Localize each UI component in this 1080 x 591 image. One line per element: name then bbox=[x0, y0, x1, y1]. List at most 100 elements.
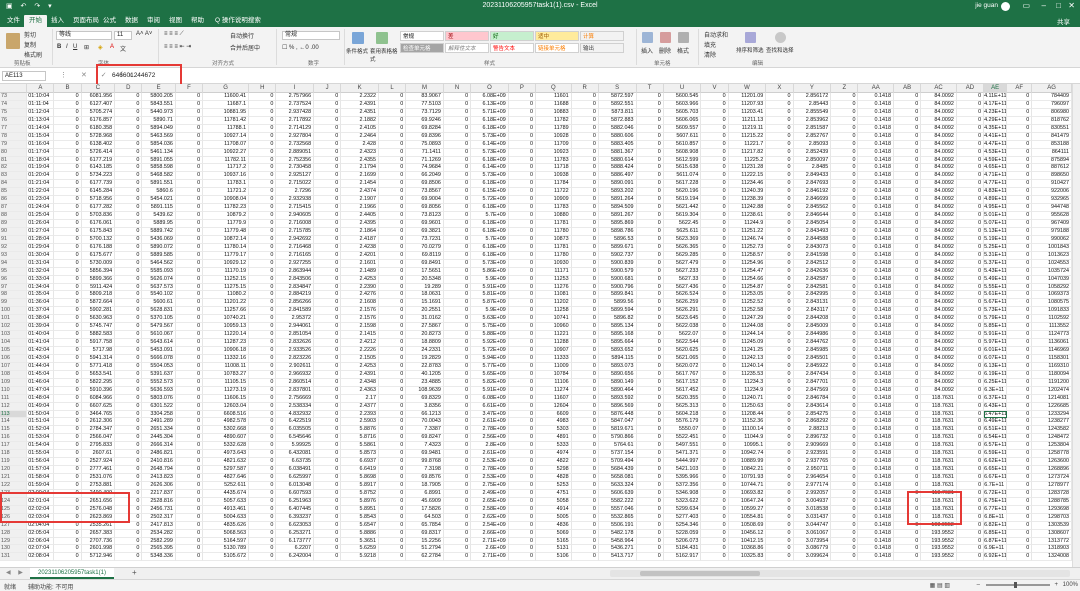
cell[interactable]: 0 bbox=[378, 315, 407, 324]
cell[interactable]: 2.927804 bbox=[276, 132, 315, 141]
cell[interactable]: 0 bbox=[249, 220, 277, 228]
cell[interactable]: 0 bbox=[249, 227, 277, 236]
column-header-j[interactable]: J bbox=[314, 84, 342, 93]
cell[interactable]: 0 bbox=[249, 347, 277, 355]
row-header[interactable]: 128 bbox=[0, 529, 28, 538]
cell[interactable]: 0 bbox=[766, 204, 794, 213]
cell[interactable]: 5620.625 bbox=[663, 347, 702, 355]
tab-data[interactable]: 数据 bbox=[120, 15, 143, 27]
cell[interactable]: 11170.19 bbox=[203, 267, 250, 276]
cell[interactable]: 0 bbox=[115, 220, 143, 228]
cell[interactable]: 0 bbox=[1007, 220, 1033, 228]
cell[interactable]: 0 bbox=[766, 164, 794, 173]
cell[interactable]: 62.2784 bbox=[406, 553, 444, 562]
cell[interactable]: 0 bbox=[508, 156, 536, 165]
cell[interactable]: 0 bbox=[249, 489, 277, 498]
cell[interactable]: 1146969 bbox=[1032, 347, 1072, 355]
cell[interactable]: 6.18E+09 bbox=[471, 116, 509, 125]
cell[interactable]: 5890.149 bbox=[598, 378, 637, 387]
cell[interactable]: 0 bbox=[115, 259, 143, 268]
cell[interactable]: 0 bbox=[443, 410, 472, 419]
cell[interactable]: 0 bbox=[54, 315, 82, 324]
cell[interactable]: 0 bbox=[378, 553, 407, 562]
cell[interactable]: 5627.436 bbox=[663, 283, 702, 292]
cell[interactable]: 0 bbox=[956, 235, 985, 244]
cell[interactable]: 6180.358 bbox=[81, 124, 116, 133]
cell[interactable]: 11238.39 bbox=[728, 196, 767, 205]
cell[interactable]: 0 bbox=[831, 196, 859, 205]
row-header[interactable]: 84 bbox=[0, 180, 28, 189]
cell[interactable]: 4890.607 bbox=[203, 434, 250, 443]
cell[interactable]: 2.1601 bbox=[341, 259, 379, 268]
cell[interactable]: 0 bbox=[314, 93, 342, 101]
cell[interactable]: 2626.306 bbox=[142, 481, 176, 490]
cell[interactable]: 0 bbox=[443, 513, 472, 522]
tab-insert[interactable]: 插入 bbox=[46, 15, 69, 27]
cell[interactable]: 0 bbox=[378, 227, 407, 236]
number-format-select[interactable]: 常规 bbox=[282, 31, 340, 40]
cell[interactable]: 0 bbox=[701, 307, 729, 316]
tab-review[interactable]: 审阅 bbox=[142, 15, 165, 27]
cell[interactable]: 0 bbox=[956, 466, 985, 474]
cell[interactable]: 11240.39 bbox=[728, 188, 767, 197]
cell[interactable]: 0.1418 bbox=[858, 474, 895, 482]
cell[interactable]: 0 bbox=[894, 299, 922, 308]
cell[interactable]: 2.853962 bbox=[793, 116, 832, 125]
cell[interactable]: 0 bbox=[115, 521, 143, 530]
cell[interactable]: 118.7631 bbox=[921, 489, 957, 498]
cell[interactable]: 0 bbox=[636, 458, 664, 467]
cell[interactable]: 5.9E+09 bbox=[471, 275, 509, 284]
cell[interactable]: 6.013048 bbox=[276, 481, 315, 490]
cell[interactable]: 01:31:04 bbox=[27, 259, 55, 268]
cell[interactable]: 5463.569 bbox=[142, 132, 176, 141]
cell[interactable]: 11240.14 bbox=[728, 362, 767, 371]
cell[interactable]: 0 bbox=[314, 537, 342, 546]
cell[interactable]: 0 bbox=[508, 505, 536, 514]
cell[interactable]: 0 bbox=[956, 529, 985, 538]
cell[interactable]: 5.92E+09 bbox=[471, 339, 509, 347]
cell[interactable]: 5900.579 bbox=[598, 267, 637, 276]
cell[interactable]: 11009 bbox=[536, 362, 572, 371]
cell[interactable]: 0 bbox=[175, 489, 204, 498]
cell[interactable]: 0 bbox=[894, 291, 922, 300]
cell[interactable]: 0 bbox=[115, 100, 143, 109]
cell[interactable]: 5626.074 bbox=[142, 275, 176, 284]
cell[interactable]: 0 bbox=[175, 251, 204, 260]
cell[interactable]: 0 bbox=[831, 370, 859, 379]
cell[interactable]: 0 bbox=[378, 481, 407, 490]
cell[interactable]: 0 bbox=[314, 339, 342, 347]
cell[interactable]: 02:03:04 bbox=[27, 513, 55, 522]
cell[interactable]: 11251.22 bbox=[728, 227, 767, 236]
cell[interactable]: 0 bbox=[636, 212, 664, 220]
cell[interactable]: 5421.103 bbox=[663, 466, 702, 474]
cell[interactable]: 0 bbox=[1007, 529, 1033, 538]
cell[interactable]: 2.847569 bbox=[793, 386, 832, 395]
cell[interactable]: 5899.594 bbox=[598, 307, 637, 316]
cell[interactable]: 0 bbox=[314, 100, 342, 109]
cell[interactable]: 0 bbox=[314, 553, 342, 562]
cell[interactable]: 2.937428 bbox=[276, 108, 315, 117]
cell[interactable]: 5893.073 bbox=[598, 362, 637, 371]
cell[interactable]: 1069373 bbox=[1032, 291, 1072, 300]
cell[interactable]: 0 bbox=[115, 481, 143, 490]
cell[interactable]: 0 bbox=[894, 220, 922, 228]
cell[interactable]: 2657.383 bbox=[81, 529, 116, 538]
cell[interactable]: 0 bbox=[831, 513, 859, 522]
cell[interactable]: 5860.6 bbox=[142, 188, 176, 197]
cell[interactable]: 6.63735 bbox=[276, 458, 315, 467]
cell[interactable]: 0 bbox=[831, 259, 859, 268]
cell[interactable]: 0 bbox=[894, 259, 922, 268]
cell[interactable]: 0 bbox=[378, 386, 407, 395]
cell[interactable]: 0 bbox=[249, 505, 277, 514]
cell[interactable]: 0 bbox=[956, 402, 985, 411]
cell[interactable]: 0 bbox=[956, 132, 985, 141]
cell[interactable]: 0 bbox=[956, 513, 985, 522]
cell[interactable]: 1102592 bbox=[1032, 315, 1072, 324]
zoom-in-icon[interactable]: + bbox=[1054, 582, 1058, 588]
cell[interactable]: 01:21:04 bbox=[27, 180, 55, 189]
cell[interactable]: 0 bbox=[54, 148, 82, 157]
cell[interactable]: 2.2226 bbox=[341, 347, 379, 355]
cell[interactable]: 5803.076 bbox=[142, 394, 176, 403]
cell[interactable]: 0 bbox=[314, 434, 342, 443]
cell[interactable]: 0 bbox=[508, 116, 536, 125]
